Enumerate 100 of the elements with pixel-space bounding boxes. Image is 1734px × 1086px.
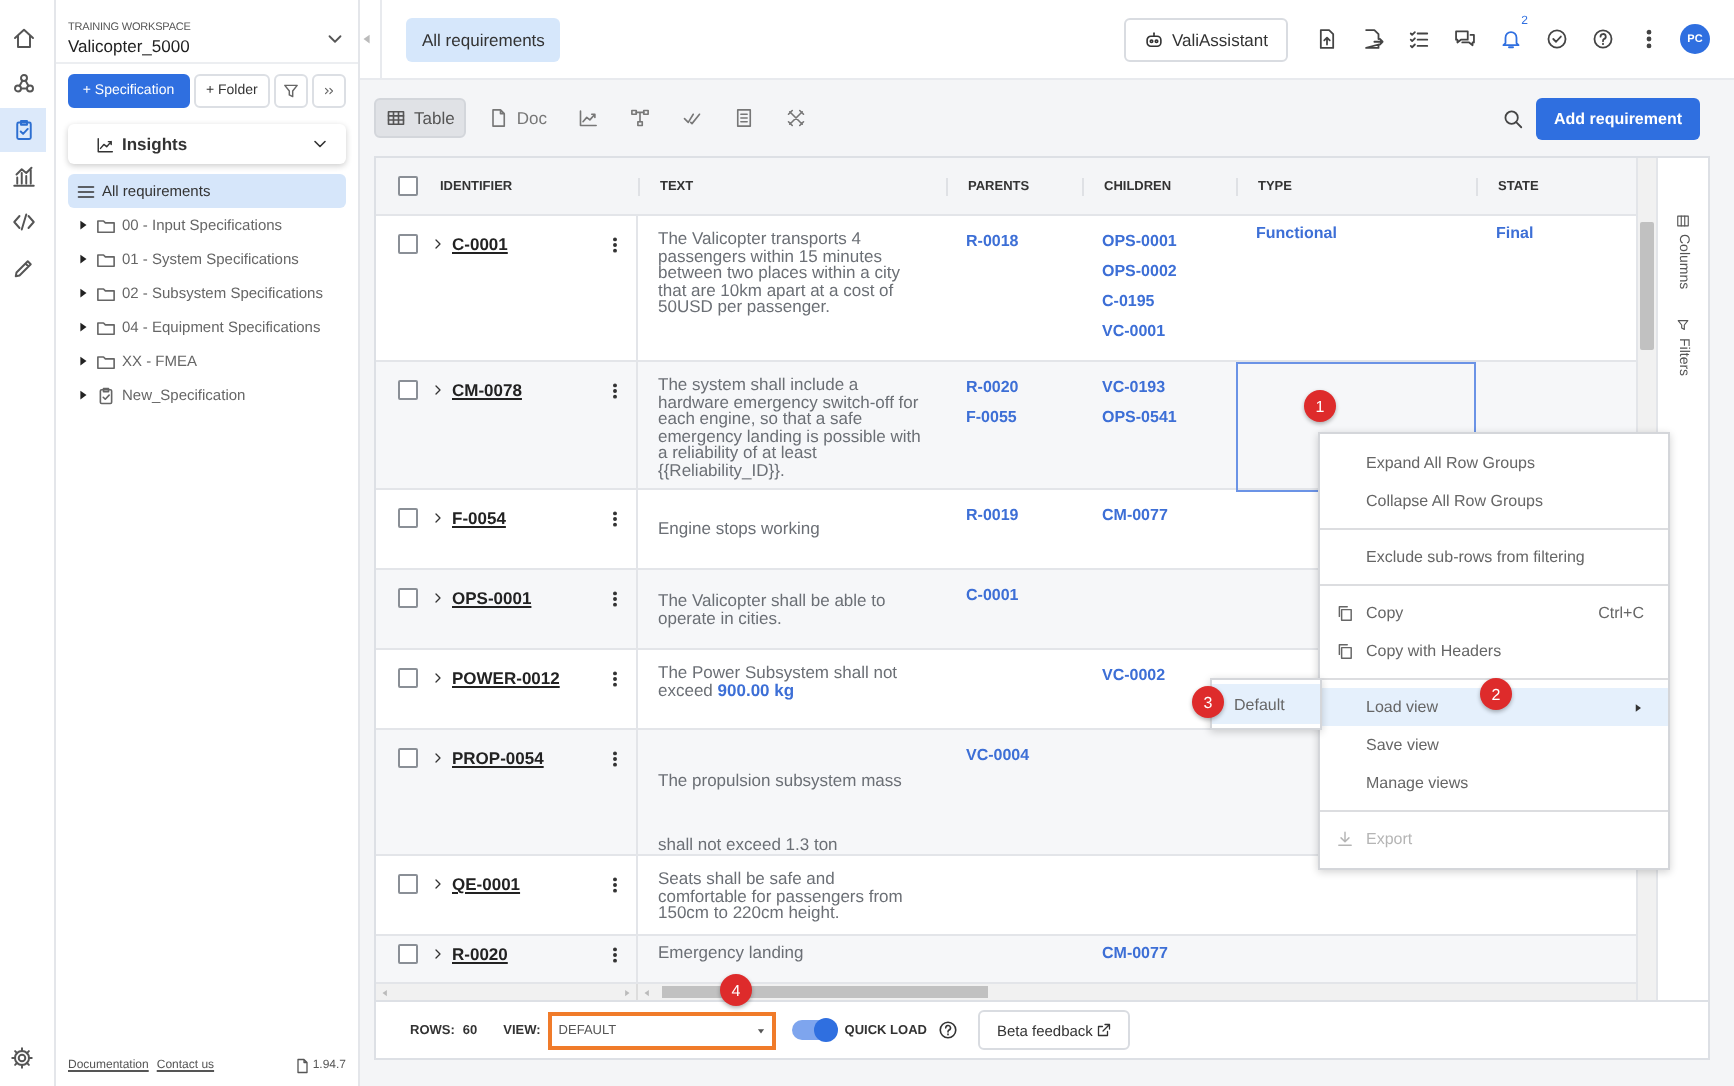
crossed-tools-icon xyxy=(786,108,807,128)
child-link[interactable]: VC-0002 xyxy=(1102,666,1166,684)
chevron-right-icon[interactable] xyxy=(430,750,446,766)
child-link[interactable]: CM-0077 xyxy=(1102,944,1168,962)
hierarchy-icon xyxy=(630,108,651,128)
document-upload-icon[interactable] xyxy=(1316,28,1338,50)
view-tab[interactable]: All requirements xyxy=(406,17,561,61)
clipboard-check-icon xyxy=(11,118,35,142)
state-label: Final xyxy=(1496,224,1534,242)
requirement-id-link[interactable]: CM-0078 xyxy=(452,380,606,400)
row-checkbox[interactable] xyxy=(398,874,418,894)
parent-link[interactable]: C-0001 xyxy=(966,586,1019,604)
submenu-caret-icon xyxy=(1632,701,1644,713)
parent-link[interactable]: F-0055 xyxy=(966,408,1017,426)
clipboard-check-nav-button[interactable] xyxy=(0,108,46,152)
parent-link[interactable]: VC-0004 xyxy=(966,746,1030,764)
requirement-text: Emergency landing xyxy=(658,944,804,962)
help-icon[interactable] xyxy=(1592,28,1614,50)
check-circle-icon[interactable] xyxy=(1546,28,1568,50)
caret-right-icon[interactable] xyxy=(76,354,90,368)
copy-icon xyxy=(1336,604,1354,622)
filter-button[interactable] xyxy=(274,74,309,108)
child-link[interactable]: VC-0193 xyxy=(1102,378,1166,396)
child-link[interactable]: OPS-0541 xyxy=(1102,408,1177,426)
chevron-right-icon[interactable] xyxy=(430,670,446,686)
menu-item[interactable]: Collapse All Row Groups xyxy=(1320,482,1668,520)
child-link[interactable]: OPS-0001 xyxy=(1102,232,1177,250)
chevron-right-icon[interactable] xyxy=(430,510,446,526)
menu-item[interactable]: Manage views xyxy=(1320,764,1668,802)
caret-right-icon[interactable] xyxy=(76,320,90,334)
requirement-text: The Valicopter shall be able to operate in cities. xyxy=(658,591,888,627)
child-link[interactable]: CM-0077 xyxy=(1102,506,1168,524)
requirement-text: Seats shall be safe and comfortable for passengers from 150cm to 220cm height. xyxy=(658,870,905,922)
requirement-id-link[interactable]: QE-0001 xyxy=(452,874,606,894)
select-all-checkbox[interactable] xyxy=(398,176,418,196)
requirement-id-link[interactable]: F-0054 xyxy=(452,508,606,528)
requirement-id-link[interactable]: R-0020 xyxy=(452,944,606,964)
document-icon xyxy=(488,108,509,128)
menu-item[interactable]: Copy Ctrl+C xyxy=(1320,594,1668,632)
add-requirement-button[interactable]: Add requirement xyxy=(1535,97,1700,139)
quick-load-toggle[interactable] xyxy=(792,1020,837,1040)
robot-icon xyxy=(1143,29,1164,49)
document-list-icon xyxy=(734,108,755,128)
help-icon[interactable] xyxy=(938,1020,959,1040)
chat-icon[interactable] xyxy=(1454,28,1476,50)
external-link-icon xyxy=(1096,1022,1113,1038)
menu-item[interactable]: Expand All Row Groups xyxy=(1320,444,1668,482)
menu-item[interactable]: Default xyxy=(1212,684,1320,724)
parent-link[interactable]: R-0020 xyxy=(966,378,1019,396)
chevron-right-icon[interactable] xyxy=(430,382,446,398)
double-chevron-icon xyxy=(322,84,337,98)
requirement-id-link[interactable]: PROP-0054 xyxy=(452,748,606,768)
filter-icon xyxy=(282,82,301,100)
parent-link[interactable]: R-0019 xyxy=(966,506,1019,524)
row-checkbox[interactable] xyxy=(398,668,418,688)
requirement-text: The propulsion subsystem mass xyxy=(658,772,902,790)
line-chart-icon xyxy=(578,108,599,128)
download-icon xyxy=(1336,830,1354,848)
caret-right-icon[interactable] xyxy=(76,286,90,300)
assistant-button[interactable]: ValiAssistant xyxy=(1123,17,1288,61)
network-icon xyxy=(11,72,35,96)
doc-view-tab[interactable]: Doc xyxy=(478,98,557,138)
code-icon xyxy=(11,210,35,234)
chevron-right-icon[interactable] xyxy=(430,590,446,606)
clipboard-check-icon xyxy=(96,385,116,405)
menu-item[interactable]: Save view xyxy=(1320,726,1668,764)
chevron-right-icon[interactable] xyxy=(430,946,446,962)
bar-chart-icon xyxy=(11,164,35,188)
row-checkbox[interactable] xyxy=(398,944,418,964)
menu-item[interactable]: Exclude sub-rows from filtering xyxy=(1320,538,1668,576)
caret-right-icon[interactable] xyxy=(76,218,90,232)
requirement-id-link[interactable]: C-0001 xyxy=(452,234,606,254)
table-view-tab[interactable]: Table xyxy=(374,98,467,138)
row-checkbox[interactable] xyxy=(398,748,418,768)
filter-icon xyxy=(1676,317,1690,332)
child-link[interactable]: OPS-0002 xyxy=(1102,262,1177,280)
requirement-id-link[interactable]: POWER-0012 xyxy=(452,668,606,688)
row-checkbox[interactable] xyxy=(398,380,418,400)
double-check-icon xyxy=(682,108,703,128)
child-link[interactable]: VC-0001 xyxy=(1102,322,1166,340)
line-chart-icon xyxy=(96,135,114,153)
row-checkbox[interactable] xyxy=(398,508,418,528)
requirement-id-link[interactable]: OPS-0001 xyxy=(452,588,606,608)
parent-link[interactable]: R-0018 xyxy=(966,232,1019,250)
insights-dropdown[interactable]: Insights xyxy=(68,124,346,164)
row-checkbox[interactable] xyxy=(398,588,418,608)
row-checkbox[interactable] xyxy=(398,234,418,254)
settings-icon[interactable] xyxy=(10,1046,34,1070)
checklist-icon[interactable] xyxy=(1408,28,1430,50)
child-link[interactable]: C-0195 xyxy=(1102,292,1155,310)
caret-right-icon[interactable] xyxy=(76,388,90,402)
document-icon xyxy=(294,1058,311,1074)
search-icon[interactable] xyxy=(1501,107,1524,129)
menu-item[interactable]: Copy with Headers xyxy=(1320,632,1668,670)
notifications-icon[interactable] xyxy=(1500,28,1522,50)
requirement-text: The Valicopter transports 4 passengers within 15 minutes between two places within a city that are 10km apart at a cost of 50USD per passenger. xyxy=(658,230,902,316)
chevron-right-icon[interactable] xyxy=(430,236,446,252)
caret-right-icon[interactable] xyxy=(76,252,90,266)
chevron-right-icon[interactable] xyxy=(430,876,446,892)
workspace-name: Valicopter_5000 xyxy=(68,36,192,56)
